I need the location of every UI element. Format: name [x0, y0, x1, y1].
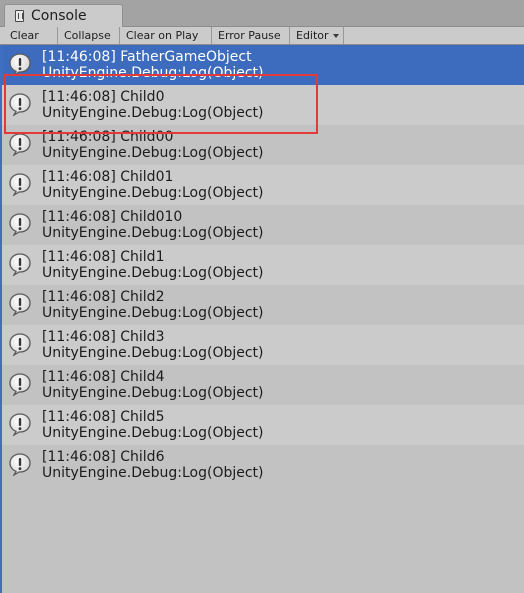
console-window: Console Clear Collapse Clear on Play Err… — [0, 0, 524, 593]
console-icon — [15, 10, 24, 22]
log-entry[interactable]: [11:46:08] Child6 UnityEngine.Debug:Log(… — [2, 445, 524, 485]
log-entry[interactable]: [11:46:08] Child00 UnityEngine.Debug:Log… — [2, 125, 524, 165]
tab-strip: Console — [0, 0, 524, 28]
info-bubble-icon — [9, 333, 31, 356]
log-message: [11:46:08] Child1 — [42, 249, 165, 265]
info-bubble-icon — [9, 293, 31, 316]
info-bubble-icon — [9, 253, 31, 276]
info-bubble-icon — [9, 453, 31, 476]
error-pause-button[interactable]: Error Pause — [212, 27, 290, 44]
log-stack-trace: UnityEngine.Debug:Log(Object) — [42, 385, 264, 401]
info-bubble-icon — [9, 213, 31, 236]
log-message: [11:46:08] Child4 — [42, 369, 165, 385]
log-entry[interactable]: [11:46:08] Child4 UnityEngine.Debug:Log(… — [2, 365, 524, 405]
log-stack-trace: UnityEngine.Debug:Log(Object) — [42, 65, 264, 81]
log-message: [11:46:08] Child01 — [42, 169, 174, 185]
info-bubble-icon — [9, 133, 31, 156]
info-bubble-icon — [9, 173, 31, 196]
log-stack-trace: UnityEngine.Debug:Log(Object) — [42, 465, 264, 481]
log-entry[interactable]: [11:46:08] Child3 UnityEngine.Debug:Log(… — [2, 325, 524, 365]
info-bubble-icon — [9, 413, 31, 436]
log-message: [11:46:08] Child010 — [42, 209, 183, 225]
log-entry[interactable]: [11:46:08] Child0 UnityEngine.Debug:Log(… — [2, 85, 524, 125]
clear-on-play-button[interactable]: Clear on Play — [120, 27, 212, 44]
log-stack-trace: UnityEngine.Debug:Log(Object) — [42, 185, 264, 201]
log-stack-trace: UnityEngine.Debug:Log(Object) — [42, 105, 264, 121]
log-message: [11:46:08] Child2 — [42, 289, 165, 305]
collapse-button[interactable]: Collapse — [58, 27, 120, 44]
log-stack-trace: UnityEngine.Debug:Log(Object) — [42, 225, 264, 241]
log-list[interactable]: [11:46:08] FatherGameObject UnityEngine.… — [0, 45, 524, 593]
log-entry[interactable]: [11:46:08] Child2 UnityEngine.Debug:Log(… — [2, 285, 524, 325]
log-message: [11:46:08] Child00 — [42, 129, 174, 145]
info-bubble-icon — [9, 93, 31, 116]
log-message: [11:46:08] Child0 — [42, 89, 165, 105]
tab-title: Console — [31, 8, 87, 24]
console-toolbar: Clear Collapse Clear on Play Error Pause… — [0, 27, 524, 45]
log-entry[interactable]: [11:46:08] Child1 UnityEngine.Debug:Log(… — [2, 245, 524, 285]
tab-console[interactable]: Console — [4, 4, 123, 28]
log-message: [11:46:08] Child3 — [42, 329, 165, 345]
log-message: [11:46:08] Child5 — [42, 409, 165, 425]
log-entry[interactable]: [11:46:08] Child010 UnityEngine.Debug:Lo… — [2, 205, 524, 245]
log-stack-trace: UnityEngine.Debug:Log(Object) — [42, 145, 264, 161]
log-stack-trace: UnityEngine.Debug:Log(Object) — [42, 305, 264, 321]
log-stack-trace: UnityEngine.Debug:Log(Object) — [42, 265, 264, 281]
chevron-down-icon — [333, 34, 339, 38]
info-bubble-icon — [9, 373, 31, 396]
log-entry[interactable]: [11:46:08] Child01 UnityEngine.Debug:Log… — [2, 165, 524, 205]
log-stack-trace: UnityEngine.Debug:Log(Object) — [42, 345, 264, 361]
clear-button[interactable]: Clear — [4, 27, 58, 44]
log-stack-trace: UnityEngine.Debug:Log(Object) — [42, 425, 264, 441]
info-bubble-icon — [9, 53, 31, 76]
log-message: [11:46:08] Child6 — [42, 449, 165, 465]
log-entry[interactable]: [11:46:08] Child5 UnityEngine.Debug:Log(… — [2, 405, 524, 445]
log-entry[interactable]: [11:46:08] FatherGameObject UnityEngine.… — [2, 45, 524, 85]
log-message: [11:46:08] FatherGameObject — [42, 49, 252, 65]
